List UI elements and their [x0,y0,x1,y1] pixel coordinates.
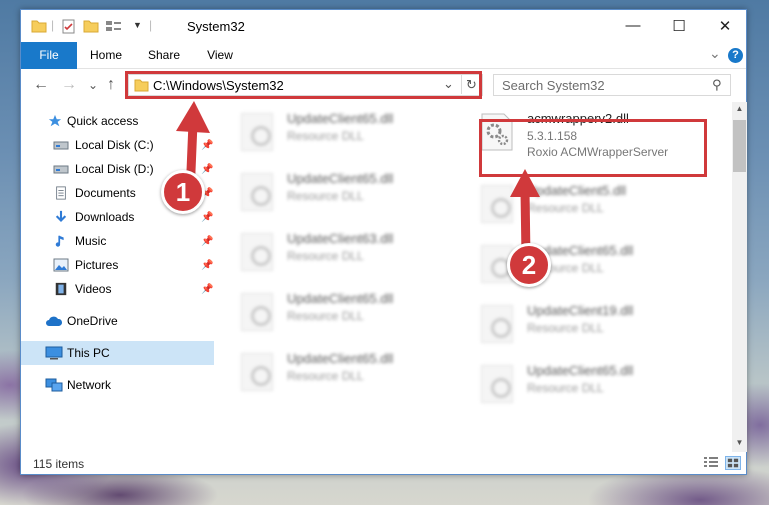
dll-file-icon [241,293,273,331]
music-icon [55,235,64,247]
list-item[interactable]: UpdateClient65.dll Resource DLL [231,345,461,403]
details-view-icon[interactable] [703,456,719,470]
address-row: ← → ⌄ ↑ C:\Windows\System32 ⌄ ↻ Search S… [21,70,746,102]
forward-button[interactable]: → [61,76,77,94]
sidebar-item-label: Music [75,234,107,248]
onedrive-icon [46,316,63,326]
pin-icon[interactable]: 📌 [201,212,213,223]
file-type: Resource DLL [287,249,364,263]
scroll-up-arrow[interactable]: ▲ [732,104,747,113]
ribbon-tabs: File Home Share View ⌄ ? [21,42,746,69]
drive-icon [53,141,69,150]
videos-icon [55,282,67,296]
star-icon [48,114,62,127]
recent-locations-icon[interactable]: ⌄ [88,78,98,92]
folder-icon [31,20,47,33]
sidebar-item-label: OneDrive [67,314,118,328]
window-title: System32 [187,19,245,34]
file-name: UpdateClient65.dll [287,351,394,366]
minimize-button[interactable]: — [610,10,656,41]
tab-home[interactable]: Home [81,42,131,69]
dll-file-icon [241,233,273,271]
list-item[interactable]: UpdateClient65.dll Resource DLL [231,105,461,163]
back-button[interactable]: ← [33,76,49,94]
callout-badge-2: 2 [507,243,551,287]
file-name: UpdateClient65.dll [287,171,394,186]
maximize-button[interactable]: ☐ [656,10,702,41]
sidebar-item-label: Videos [75,282,112,296]
sidebar-item-network[interactable]: Network [21,373,214,397]
sidebar-item-pictures[interactable]: Pictures 📌 [21,253,214,277]
sidebar-item-label: Local Disk (D:) [75,162,154,176]
sidebar-item-label: Network [67,378,112,392]
help-icon[interactable]: ? [728,48,743,63]
file-explorer-window: | ▼ | System32 — ☐ ✕ File Home Share Vie… [20,9,747,475]
sidebar-item-label: Local Disk (C:) [75,138,154,152]
file-type: Resource DLL [287,369,364,383]
sidebar-item-label: Quick access [67,114,139,128]
file-name: UpdateClient65.dll [527,363,634,378]
sidebar-item-music[interactable]: Music 📌 [21,229,214,253]
file-type: Resource DLL [287,129,364,143]
tab-share[interactable]: Share [139,42,189,69]
dll-file-icon [241,353,273,391]
file-name: UpdateClient19.dll [527,303,634,318]
list-item[interactable]: UpdateClient65.dll Resource DLL [471,357,701,415]
file-name: UpdateClient65.dll [287,111,394,126]
list-item[interactable]: UpdateClient19.dll Resource DLL [471,297,701,355]
scroll-thumb[interactable] [733,120,746,172]
file-list: UpdateClient65.dll Resource DLL UpdateCl… [221,105,731,450]
file-type: Resource DLL [527,381,604,395]
sidebar-item-videos[interactable]: Videos 📌 [21,277,214,301]
sidebar-item-onedrive[interactable]: OneDrive [21,309,214,333]
pictures-icon [53,258,69,272]
search-icon[interactable]: ⚲ [712,77,722,93]
documents-icon [56,186,66,200]
pin-icon[interactable]: 📌 [201,284,213,295]
file-name: UpdateClient63.dll [287,231,394,246]
drive-icon [53,165,69,174]
sidebar-item-label: Pictures [75,258,119,272]
list-item[interactable]: UpdateClient65.dll Resource DLL [231,285,461,343]
dll-file-icon [241,113,273,151]
file-name: UpdateClient65.dll [287,291,394,306]
large-icons-view-icon[interactable] [725,456,741,470]
list-item[interactable]: UpdateClient65.dll Resource DLL [231,165,461,223]
file-type: Resource DLL [527,321,604,335]
search-input[interactable]: Search System32 [502,78,605,93]
new-folder-icon[interactable] [83,19,99,33]
dll-file-icon [241,173,273,211]
up-button[interactable]: ↑ [107,76,115,94]
sidebar-item-this-pc[interactable]: This PC [21,341,214,365]
callout-badge-1: 1 [161,170,205,214]
title-bar: | ▼ | System32 — ☐ ✕ [21,10,746,42]
tab-file[interactable]: File [21,42,77,69]
status-bar: 115 items [21,452,746,475]
close-button[interactable]: ✕ [702,10,748,41]
search-box[interactable]: Search System32 ⚲ [493,74,731,96]
quick-access-dropdown-icon[interactable]: ▼ [133,20,142,30]
vertical-scrollbar[interactable]: ▲ ▼ [732,102,747,452]
sidebar-item-label: Downloads [75,210,135,224]
pc-icon [45,346,63,360]
scroll-down-arrow[interactable]: ▼ [732,438,747,447]
dll-file-icon [481,365,513,403]
expand-ribbon-icon[interactable]: ⌄ [709,45,721,62]
pin-icon[interactable]: 📌 [201,236,213,247]
toolbar-separator: | [51,18,55,32]
download-icon [55,210,67,222]
sidebar-item-label: Documents [75,186,136,200]
pin-icon[interactable]: 📌 [201,260,213,271]
network-icon [45,378,63,392]
dll-file-icon [481,305,513,343]
item-count: 115 items [33,457,85,471]
customize-toolbar-icon[interactable] [105,19,123,33]
toolbar-separator: | [149,18,153,32]
properties-icon[interactable] [61,19,77,34]
tab-view[interactable]: View [195,42,245,69]
sidebar-item-label: This PC [67,346,110,360]
file-type: Resource DLL [287,189,364,203]
file-type: Resource DLL [287,309,364,323]
list-item[interactable]: UpdateClient63.dll Resource DLL [231,225,461,283]
